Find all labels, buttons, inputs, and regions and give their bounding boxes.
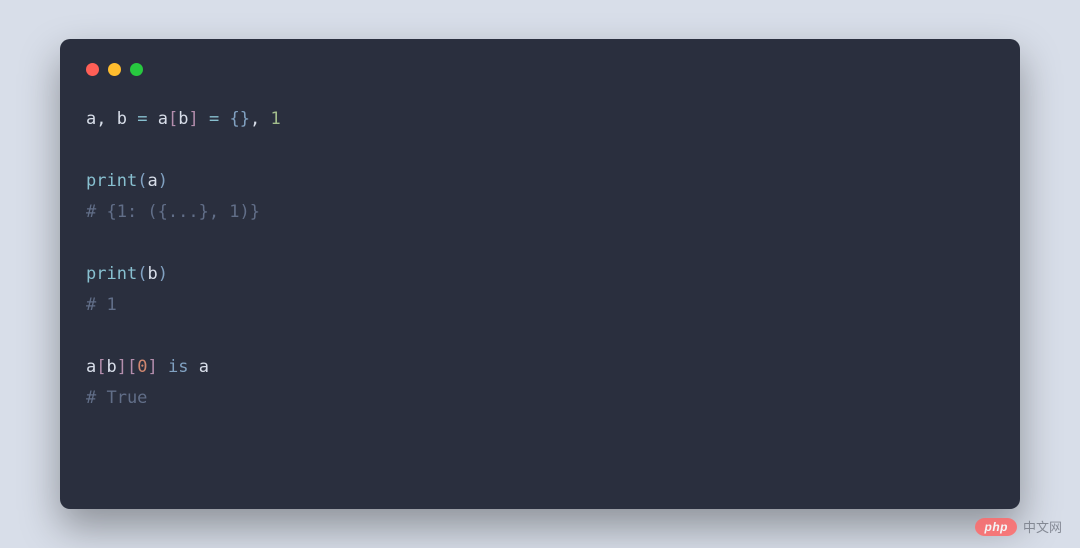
watermark: php 中文网 xyxy=(975,517,1062,536)
code-token: = xyxy=(137,109,147,129)
code-token: , xyxy=(250,109,270,129)
code-line xyxy=(86,233,96,253)
code-line: # {1: ({...}, 1)} xyxy=(86,202,260,222)
code-token xyxy=(219,109,229,129)
code-line: # 1 xyxy=(86,295,117,315)
watermark-badge: php xyxy=(975,518,1017,536)
code-token: b xyxy=(107,357,117,377)
code-window: a, b = a[b] = {}, 1 print(a) # {1: ({...… xyxy=(60,39,1020,509)
code-token xyxy=(147,109,157,129)
code-token: a xyxy=(158,109,168,129)
code-line: print(b) xyxy=(86,264,168,284)
minimize-icon[interactable] xyxy=(108,63,121,76)
code-token: ( xyxy=(137,264,147,284)
code-token: b xyxy=(117,109,127,129)
code-token: 0 xyxy=(137,357,147,377)
code-token: 1 xyxy=(270,109,280,129)
code-token: ] xyxy=(117,357,127,377)
code-token: ( xyxy=(137,171,147,191)
code-token: ] xyxy=(188,109,198,129)
code-token: [ xyxy=(127,357,137,377)
code-line xyxy=(86,326,96,346)
code-line: print(a) xyxy=(86,171,168,191)
code-token: print xyxy=(86,171,137,191)
code-token: is xyxy=(168,357,188,377)
code-token: print xyxy=(86,264,137,284)
code-token: b xyxy=(178,109,188,129)
code-token: ) xyxy=(158,171,168,191)
code-block: a, b = a[b] = {}, 1 print(a) # {1: ({...… xyxy=(86,104,994,414)
code-token: # {1: ({...}, 1)} xyxy=(86,202,260,222)
code-token: ) xyxy=(158,264,168,284)
code-token: a xyxy=(147,171,157,191)
code-token: b xyxy=(147,264,157,284)
code-token: ] xyxy=(148,357,158,377)
code-token: {} xyxy=(229,109,249,129)
code-token xyxy=(158,357,168,377)
close-icon[interactable] xyxy=(86,63,99,76)
code-token xyxy=(127,109,137,129)
zoom-icon[interactable] xyxy=(130,63,143,76)
code-token: a xyxy=(86,357,96,377)
code-token: [ xyxy=(96,357,106,377)
code-line: # True xyxy=(86,388,147,408)
code-line: a, b = a[b] = {}, 1 xyxy=(86,109,281,129)
watermark-text: 中文网 xyxy=(1023,517,1062,536)
code-token xyxy=(188,357,198,377)
code-token: # 1 xyxy=(86,295,117,315)
code-token: a xyxy=(199,357,209,377)
code-line: a[b][0] is a xyxy=(86,357,209,377)
code-token: a xyxy=(86,109,96,129)
code-token: # True xyxy=(86,388,147,408)
code-token: , xyxy=(96,109,116,129)
traffic-lights xyxy=(86,63,994,76)
code-line xyxy=(86,140,96,160)
code-token xyxy=(199,109,209,129)
code-token: [ xyxy=(168,109,178,129)
code-token: = xyxy=(209,109,219,129)
